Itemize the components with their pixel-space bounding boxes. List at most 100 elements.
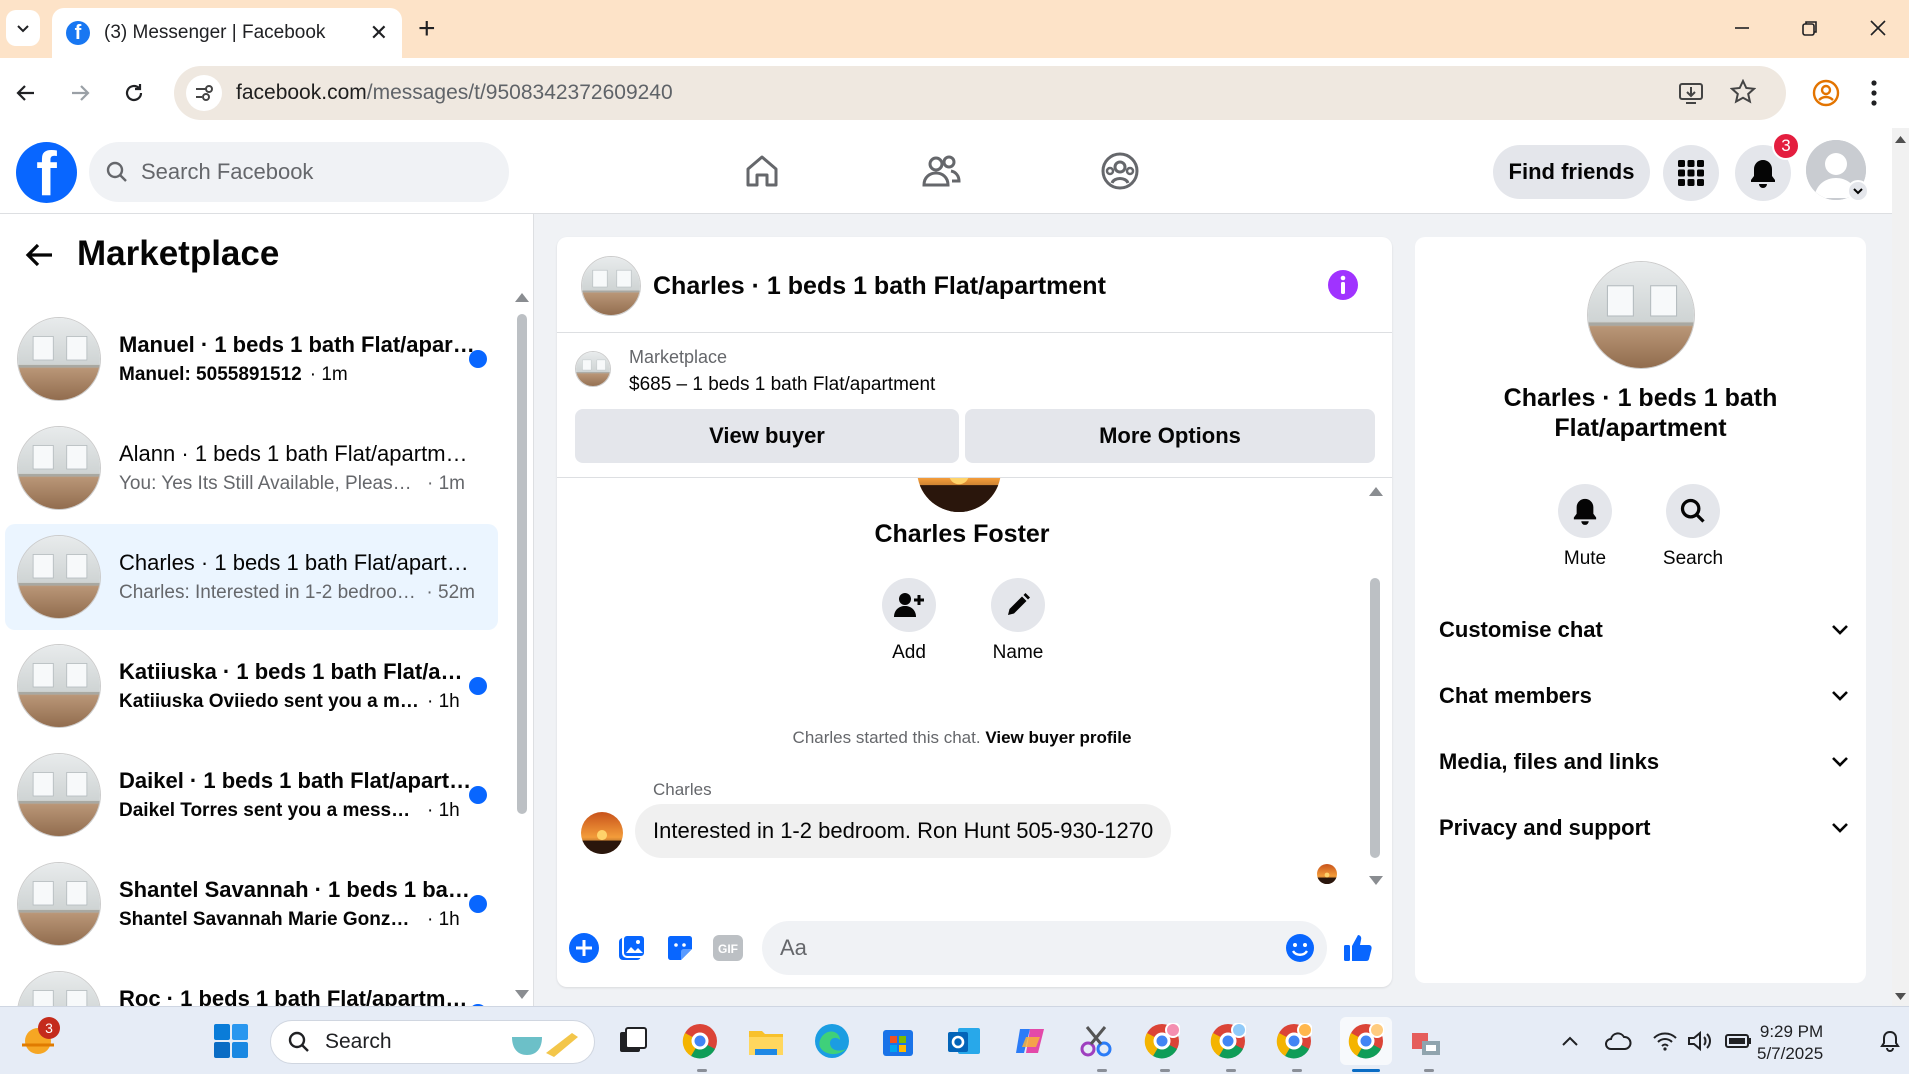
- browser-menu-icon[interactable]: [1870, 78, 1878, 108]
- scroll-up-icon[interactable]: [1369, 486, 1383, 496]
- conversation-preview: Daikel Torres sent you a message · 1h: [119, 800, 475, 822]
- listing-title[interactable]: $685 – 1 beds 1 bath Flat/apartment: [629, 374, 935, 396]
- snipping-tool-button[interactable]: [1076, 1021, 1116, 1061]
- sticker-button[interactable]: [663, 931, 697, 965]
- arrow-left-icon: [16, 85, 34, 101]
- wifi-button[interactable]: [1645, 1021, 1685, 1061]
- emoji-button[interactable]: [1285, 933, 1315, 963]
- show-hidden-icons-button[interactable]: [1550, 1021, 1590, 1061]
- facebook-logo-icon[interactable]: f: [16, 142, 77, 203]
- message-bubble[interactable]: Interested in 1-2 bedroom. Ron Hunt 505-…: [635, 804, 1172, 858]
- browser-tab[interactable]: f (3) Messenger | Facebook ✕: [52, 8, 402, 58]
- bookmark-star-icon[interactable]: [1730, 79, 1756, 105]
- chrome-profile-1-button[interactable]: [1142, 1021, 1182, 1061]
- scroll-up-icon[interactable]: [515, 292, 529, 302]
- preview-text: You: Yes Its Still Available, Please Sen…: [119, 473, 419, 494]
- more-actions-button[interactable]: [567, 931, 601, 965]
- conversation-item[interactable]: Roc · 1 beds 1 bath Flat/apartmentRoc Jo…: [5, 960, 498, 1006]
- buyer-profile-picture[interactable]: [917, 478, 1001, 512]
- reload-button[interactable]: [116, 75, 152, 111]
- pinned-app-button[interactable]: [1406, 1021, 1446, 1061]
- conversation-item[interactable]: Alann · 1 beds 1 bath Flat/apartment You:…: [5, 415, 498, 521]
- restore-button[interactable]: [1790, 10, 1830, 46]
- details-avatar[interactable]: [1587, 261, 1695, 369]
- more-options-button[interactable]: More Options: [965, 409, 1375, 463]
- account-menu-chevron[interactable]: [1847, 180, 1869, 202]
- conversation-item[interactable]: Shantel Savannah · 1 beds 1 bath Flat/ap…: [5, 851, 498, 957]
- conversation-item[interactable]: Manuel · 1 beds 1 bath Flat/apartment Man…: [5, 306, 498, 412]
- url-text[interactable]: facebook.com/messages/t/9508342372609240: [236, 81, 673, 105]
- microsoft-store-button[interactable]: [878, 1021, 918, 1061]
- menu-button[interactable]: [1663, 145, 1719, 201]
- preview-text: Manuel: 5055891512: [119, 364, 302, 385]
- gif-button[interactable]: GIF: [711, 931, 745, 965]
- outlook-button[interactable]: [944, 1021, 984, 1061]
- conversation-list-scrollbar[interactable]: [517, 314, 527, 814]
- wifi-icon: [1653, 1032, 1677, 1051]
- file-explorer-button[interactable]: [746, 1021, 786, 1061]
- nav-groups[interactable]: [1095, 146, 1145, 196]
- view-buyer-profile-link[interactable]: View buyer profile: [985, 728, 1131, 747]
- listing-thumbnail[interactable]: [575, 351, 611, 387]
- system-clock[interactable]: 9:29 PM 5/7/2025: [1757, 1021, 1823, 1065]
- scroll-down-icon[interactable]: [1892, 990, 1909, 1004]
- conversation-item[interactable]: Charles · 1 beds 1 bath Flat/apartment Ch…: [5, 524, 498, 630]
- attach-photo-button[interactable]: [615, 931, 649, 965]
- notification-center-button[interactable]: [1870, 1021, 1909, 1061]
- profile-icon[interactable]: [1812, 79, 1840, 107]
- chrome-taskbar-button[interactable]: [680, 1021, 720, 1061]
- nav-friends[interactable]: [916, 146, 966, 196]
- message-scrollbar[interactable]: [1370, 578, 1380, 858]
- onedrive-button[interactable]: [1598, 1021, 1638, 1061]
- edit-name-action[interactable]: Name: [968, 578, 1068, 664]
- scroll-down-icon[interactable]: [515, 990, 529, 1000]
- task-view-button[interactable]: [613, 1021, 653, 1061]
- conversation-info-button[interactable]: [1327, 269, 1359, 301]
- nav-home[interactable]: [737, 146, 787, 196]
- chrome-profile-2-button[interactable]: [1208, 1021, 1248, 1061]
- start-button[interactable]: [211, 1021, 251, 1061]
- copilot-button[interactable]: [1010, 1021, 1050, 1061]
- search-in-chat-action[interactable]: Search: [1653, 484, 1733, 570]
- view-buyer-button[interactable]: View buyer: [575, 409, 959, 463]
- mute-action[interactable]: Mute: [1545, 484, 1625, 570]
- edge-button[interactable]: [812, 1021, 852, 1061]
- scroll-up-icon[interactable]: [1892, 132, 1909, 146]
- send-like-button[interactable]: [1341, 931, 1375, 965]
- facebook-search-box[interactable]: [89, 142, 509, 202]
- close-window-button[interactable]: [1858, 10, 1898, 46]
- tab-list-button[interactable]: [6, 10, 40, 46]
- scroll-down-icon[interactable]: [1369, 876, 1383, 886]
- chrome-profile-3-button[interactable]: [1274, 1021, 1314, 1061]
- details-section[interactable]: Chat members: [1439, 671, 1849, 721]
- chat-avatar[interactable]: [581, 256, 641, 316]
- new-tab-button[interactable]: +: [418, 12, 436, 46]
- battery-button[interactable]: [1718, 1021, 1758, 1061]
- find-friends-button[interactable]: Find friends: [1493, 145, 1650, 199]
- add-person-action[interactable]: Add: [859, 578, 959, 664]
- tab-close-icon[interactable]: ✕: [370, 20, 388, 46]
- search-input[interactable]: [141, 159, 461, 185]
- address-bar[interactable]: facebook.com/messages/t/9508342372609240: [174, 66, 1786, 120]
- details-section[interactable]: Customise chat: [1439, 605, 1849, 655]
- page-scrollbar[interactable]: [1892, 128, 1909, 1006]
- chat-title[interactable]: Charles · 1 beds 1 bath Flat/apartment: [653, 272, 1106, 301]
- install-app-icon[interactable]: [1678, 80, 1704, 106]
- details-section[interactable]: Privacy and support: [1439, 803, 1849, 853]
- back-button[interactable]: [24, 239, 56, 271]
- conversation-item[interactable]: Katiiuska · 1 beds 1 bath Flat/apartment…: [5, 633, 498, 739]
- forward-button[interactable]: [62, 75, 98, 111]
- volume-button[interactable]: [1680, 1021, 1720, 1061]
- message-input-box[interactable]: [762, 921, 1327, 975]
- taskbar-search[interactable]: Search: [270, 1020, 595, 1064]
- unread-dot: [469, 677, 487, 695]
- sender-avatar[interactable]: [581, 812, 623, 854]
- message-composer: GIF: [557, 907, 1392, 987]
- back-button[interactable]: [8, 75, 44, 111]
- chrome-active-button[interactable]: [1340, 1017, 1392, 1065]
- minimize-button[interactable]: [1722, 10, 1762, 46]
- message-input[interactable]: [780, 935, 1260, 961]
- details-section[interactable]: Media, files and links: [1439, 737, 1849, 787]
- site-info-icon[interactable]: [186, 75, 222, 111]
- conversation-item[interactable]: Daikel · 1 beds 1 bath Flat/apartment Dai…: [5, 742, 498, 848]
